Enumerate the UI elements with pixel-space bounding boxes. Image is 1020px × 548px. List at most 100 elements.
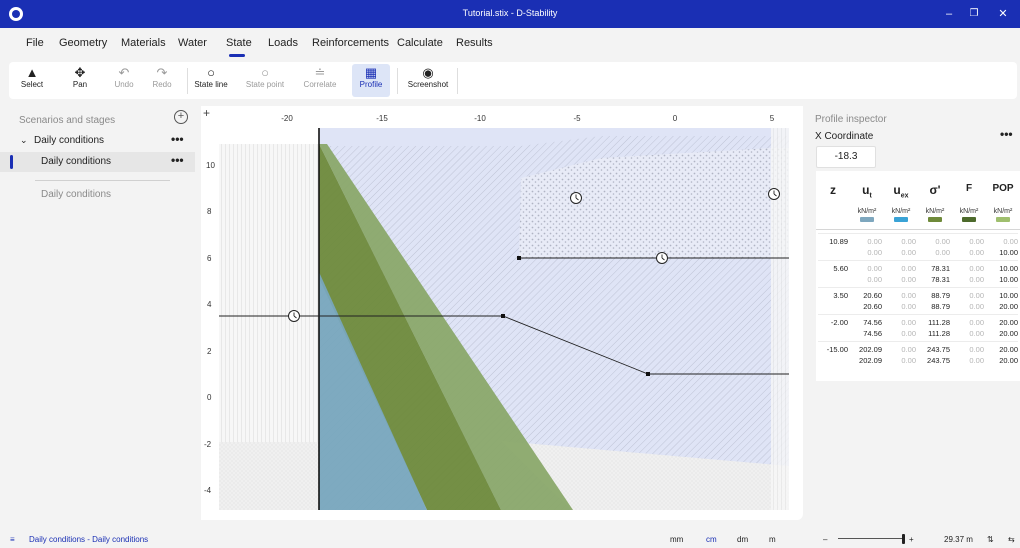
table-cell: 0.00 xyxy=(901,329,916,338)
state-marker-icon[interactable] xyxy=(288,310,300,322)
inspector-title: Profile inspector xyxy=(815,114,887,125)
line-node[interactable] xyxy=(501,314,505,318)
x-coordinate-input[interactable]: -18.3 xyxy=(816,146,876,168)
sort-icon[interactable]: ⇅ xyxy=(987,535,994,544)
menu-water[interactable]: Water xyxy=(178,37,207,49)
profile-icon: ▦ xyxy=(364,65,378,80)
undo-button[interactable]: ↶ Undo xyxy=(109,64,139,97)
table-cell: 10.00 xyxy=(999,291,1018,300)
z-cell: 5.60 xyxy=(833,264,848,273)
swap-icon[interactable]: ⇆ xyxy=(1008,535,1015,544)
table-cell: 74.56 xyxy=(863,329,882,338)
status-breadcrumb[interactable]: Daily conditions - Daily conditions xyxy=(29,535,148,544)
table-cell: 243.75 xyxy=(927,345,950,354)
correlate-icon: ≐ xyxy=(314,65,326,80)
unit-m[interactable]: m xyxy=(769,535,776,544)
chevron-down-icon[interactable]: ⌄ xyxy=(20,135,28,146)
state-point-tool[interactable]: ○ State point xyxy=(243,64,287,97)
table-cell: 20.60 xyxy=(863,291,882,300)
stage-row[interactable]: Daily conditions ••• xyxy=(0,152,195,172)
table-cell: 20.00 xyxy=(999,318,1018,327)
table-cell: 88.79 xyxy=(931,291,950,300)
profile-tool[interactable]: ▦ Profile xyxy=(352,64,390,97)
x-coordinate-label: X Coordinate xyxy=(815,131,874,142)
unit-label: kN/m² xyxy=(857,208,877,215)
geometry-svg[interactable]: + -20 -15 -10 -5 0 5 10 8 6 4 2 0 -2 -4 xyxy=(201,106,803,520)
table-cell: 0.00 xyxy=(901,356,916,365)
layers-icon[interactable]: ≡ xyxy=(10,535,15,544)
state-marker-icon[interactable] xyxy=(570,192,582,204)
zoom-plus-icon[interactable]: + xyxy=(203,106,210,120)
zoom-in-button[interactable]: + xyxy=(909,535,914,544)
unit-dm[interactable]: dm xyxy=(737,535,748,544)
state-line-tool[interactable]: ○ State line xyxy=(193,64,229,97)
table-cell: 88.79 xyxy=(931,302,950,311)
table-cell: 0.00 xyxy=(901,275,916,284)
scenario-more-icon[interactable]: ••• xyxy=(171,132,184,146)
scenario-row[interactable]: ⌄ Daily conditions ••• xyxy=(0,131,195,151)
geometry-canvas[interactable]: + -20 -15 -10 -5 0 5 10 8 6 4 2 0 -2 -4 xyxy=(201,106,803,520)
zoom-out-button[interactable]: – xyxy=(823,535,827,544)
ut-color-swatch xyxy=(860,217,874,222)
x-tick-label: -15 xyxy=(376,114,388,123)
menu-materials[interactable]: Materials xyxy=(121,37,166,49)
menu-reinforcements[interactable]: Reinforcements xyxy=(312,37,389,49)
line-node[interactable] xyxy=(517,256,521,260)
close-button[interactable]: ✕ xyxy=(990,4,1016,24)
table-cell: 202.09 xyxy=(859,356,882,365)
line-node[interactable] xyxy=(646,372,650,376)
redo-button[interactable]: ↷ Redo xyxy=(147,64,177,97)
inspector-more-icon[interactable]: ••• xyxy=(1000,127,1013,141)
minimize-button[interactable]: – xyxy=(936,4,962,24)
f-color-swatch xyxy=(962,217,976,222)
table-cell: 78.31 xyxy=(931,264,950,273)
maximize-button[interactable]: ❐ xyxy=(961,4,987,24)
pan-label: Pan xyxy=(72,80,88,89)
table-cell: 20.60 xyxy=(863,302,882,311)
menu-loads[interactable]: Loads xyxy=(268,37,298,49)
select-tool[interactable]: ▲ Select xyxy=(15,64,49,97)
table-cell: 0.00 xyxy=(969,264,984,273)
row-separator xyxy=(818,314,1018,315)
table-cell: 243.75 xyxy=(927,356,950,365)
toolbar-separator xyxy=(187,68,188,94)
add-scenario-icon[interactable]: + xyxy=(174,110,188,124)
table-cell: 0.00 xyxy=(901,237,916,246)
uex-color-swatch xyxy=(894,217,908,222)
header-divider xyxy=(816,229,1020,230)
table-cell: 0.00 xyxy=(901,318,916,327)
col-sigma-header: σ' xyxy=(929,183,941,197)
unit-mm[interactable]: mm xyxy=(670,535,683,544)
active-menu-indicator xyxy=(229,54,245,57)
menu-calculate[interactable]: Calculate xyxy=(397,37,443,49)
undo-label: Undo xyxy=(114,80,134,89)
table-cell: 0.00 xyxy=(969,345,984,354)
pan-tool[interactable]: ✥ Pan xyxy=(65,64,95,97)
unit-cm[interactable]: cm xyxy=(706,535,717,544)
move-arrows-icon: ✥ xyxy=(74,65,86,80)
state-marker-icon[interactable] xyxy=(656,252,668,264)
zoom-slider-track[interactable] xyxy=(838,538,902,539)
state-marker-icon[interactable] xyxy=(768,188,780,200)
col-f-header: F xyxy=(965,183,973,194)
menu-file[interactable]: File xyxy=(26,37,44,49)
menu-state[interactable]: State xyxy=(226,37,252,49)
table-cell: 0.00 xyxy=(969,329,984,338)
zoom-slider-thumb[interactable] xyxy=(902,534,905,544)
table-cell: 0.00 xyxy=(867,237,882,246)
table-cell: 74.56 xyxy=(863,318,882,327)
table-cell: 111.28 xyxy=(928,318,950,327)
state-line-label: State line xyxy=(194,80,228,89)
y-tick-label: 0 xyxy=(207,393,212,402)
menu-geometry[interactable]: Geometry xyxy=(59,37,107,49)
stage-more-icon[interactable]: ••• xyxy=(171,153,184,167)
menu-results[interactable]: Results xyxy=(456,37,493,49)
screenshot-tool[interactable]: ◉ Screenshot xyxy=(405,64,451,97)
y-tick-label: 6 xyxy=(207,254,212,263)
correlate-tool[interactable]: ≐ Correlate xyxy=(301,64,339,97)
table-cell: 0.00 xyxy=(1003,237,1018,246)
table-cell: 0.00 xyxy=(901,345,916,354)
table-cell: 20.00 xyxy=(999,345,1018,354)
toolbar-separator xyxy=(397,68,398,94)
table-cell: 10.00 xyxy=(999,248,1018,257)
